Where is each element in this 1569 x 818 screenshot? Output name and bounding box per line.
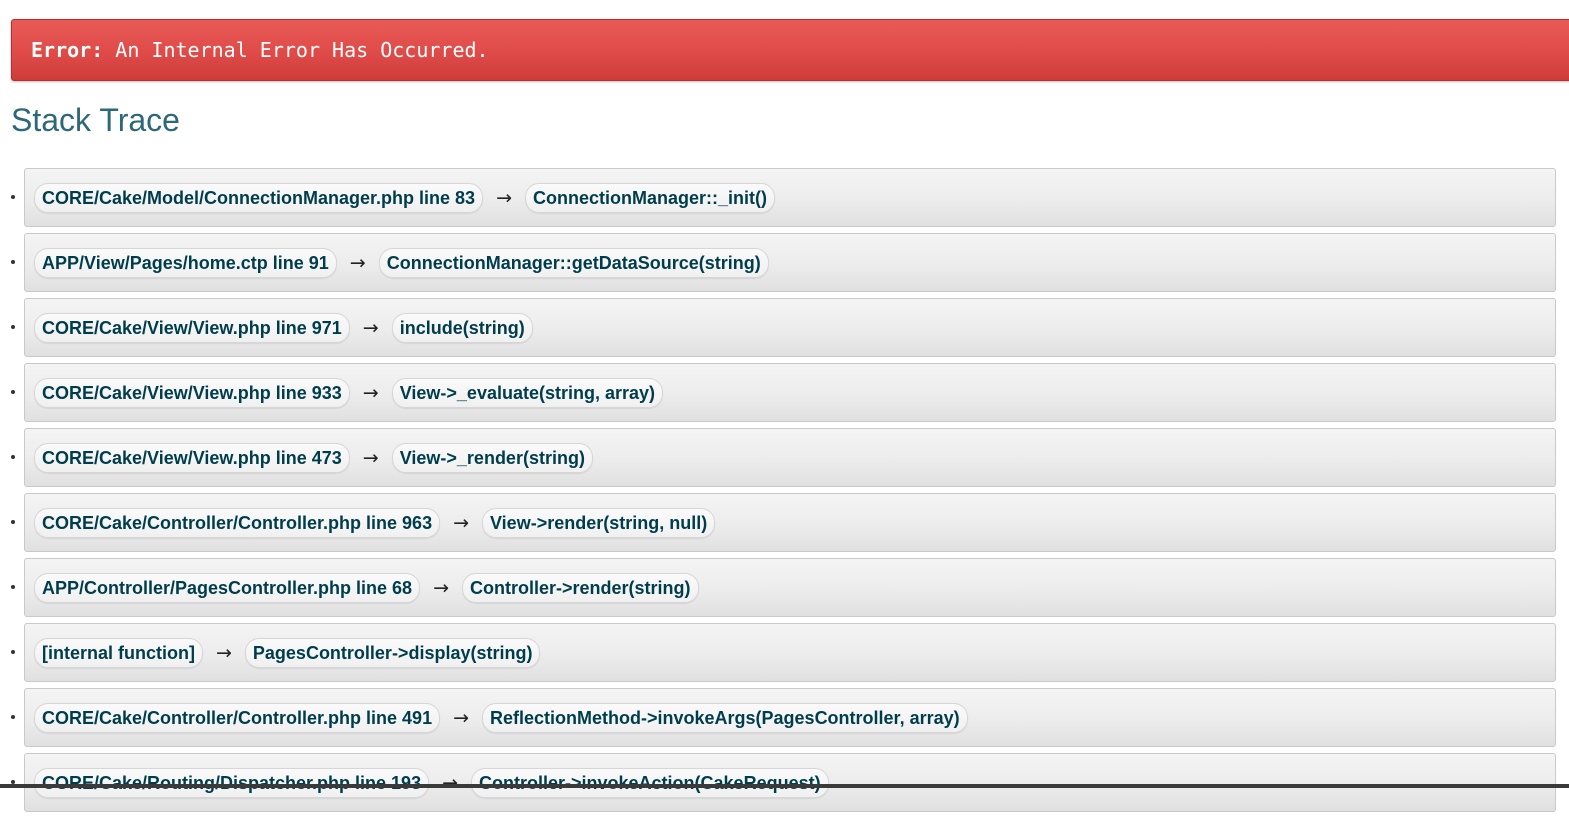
frame-location-link[interactable]: APP/Controller/PagesController.php line … <box>34 572 421 603</box>
frame-call-link[interactable]: View->render(string, null) <box>482 507 716 538</box>
right-arrow-icon: → <box>362 446 379 469</box>
bullet-icon <box>11 455 15 459</box>
frame-location-link[interactable]: CORE/Cake/View/View.php line 933 <box>34 377 350 408</box>
error-banner: Error: An Internal Error Has Occurred. <box>11 19 1569 81</box>
frame-call-link[interactable]: include(string) <box>391 312 533 343</box>
frame-location-link[interactable]: CORE/Cake/Controller/Controller.php line… <box>34 702 441 733</box>
frame-call-link[interactable]: PagesController->display(string) <box>244 637 541 668</box>
frame-location-link[interactable]: CORE/Cake/Routing/Dispatcher.php line 19… <box>34 767 430 798</box>
right-arrow-icon: → <box>215 641 232 664</box>
bullet-icon <box>11 520 15 524</box>
stack-frame-box[interactable]: CORE/Cake/Controller/Controller.php line… <box>24 688 1556 747</box>
bullet-icon <box>11 195 15 199</box>
bullet-icon <box>11 325 15 329</box>
right-arrow-icon: → <box>442 771 459 794</box>
frame-call-link[interactable]: ReflectionMethod->invokeArgs(PagesContro… <box>482 702 968 733</box>
frame-call-link[interactable]: View->_render(string) <box>391 442 593 473</box>
stack-frame-box[interactable]: CORE/Cake/Controller/Controller.php line… <box>24 493 1556 552</box>
error-label: Error: <box>31 38 104 62</box>
bullet-icon <box>11 715 15 719</box>
stack-frame-box[interactable]: APP/View/Pages/home.ctp line 91 → Connec… <box>24 233 1556 292</box>
bullet-icon <box>11 650 15 654</box>
stack-frame-box[interactable]: CORE/Cake/View/View.php line 473 → View-… <box>24 428 1556 487</box>
stack-frame-box[interactable]: CORE/Cake/Routing/Dispatcher.php line 19… <box>24 753 1556 812</box>
frame-location-link[interactable]: [internal function] <box>34 637 203 668</box>
bullet-icon <box>11 260 15 264</box>
frame-location-link[interactable]: CORE/Cake/Controller/Controller.php line… <box>34 507 441 538</box>
right-arrow-icon: → <box>496 186 512 209</box>
window-bottom-edge <box>0 784 1569 788</box>
stack-frame-box[interactable]: CORE/Cake/View/View.php line 933 → View-… <box>24 363 1556 422</box>
right-arrow-icon: → <box>362 381 379 404</box>
error-message: An Internal Error Has Occurred. <box>115 38 489 62</box>
frame-location-link[interactable]: APP/View/Pages/home.ctp line 91 <box>34 247 337 278</box>
frame-call-link[interactable]: Controller->render(string) <box>462 572 699 603</box>
stack-frame-box[interactable]: CORE/Cake/View/View.php line 971 → inclu… <box>24 298 1556 357</box>
frame-location-link[interactable]: CORE/Cake/View/View.php line 971 <box>34 312 350 343</box>
frame-call-link[interactable]: ConnectionManager::_init() <box>525 182 775 213</box>
stack-frame-box[interactable]: APP/Controller/PagesController.php line … <box>24 558 1556 617</box>
right-arrow-icon: → <box>453 511 469 534</box>
stack-frame-box[interactable]: [internal function] → PagesController->d… <box>24 623 1556 682</box>
frame-call-link[interactable]: View->_evaluate(string, array) <box>391 377 664 408</box>
right-arrow-icon: → <box>433 576 449 599</box>
frame-location-link[interactable]: CORE/Cake/Model/ConnectionManager.php li… <box>34 182 484 213</box>
frame-location-link[interactable]: CORE/Cake/View/View.php line 473 <box>34 442 350 473</box>
stack-trace-heading: Stack Trace <box>11 102 180 138</box>
right-arrow-icon: → <box>453 706 469 729</box>
bullet-icon <box>11 585 15 589</box>
frame-call-link[interactable]: Controller->invokeAction(CakeRequest) <box>471 767 829 798</box>
bullet-icon <box>11 390 15 394</box>
frame-call-link[interactable]: ConnectionManager::getDataSource(string) <box>378 247 769 278</box>
stack-frame-box[interactable]: CORE/Cake/Model/ConnectionManager.php li… <box>24 168 1556 227</box>
right-arrow-icon: → <box>349 251 366 274</box>
right-arrow-icon: → <box>362 316 379 339</box>
